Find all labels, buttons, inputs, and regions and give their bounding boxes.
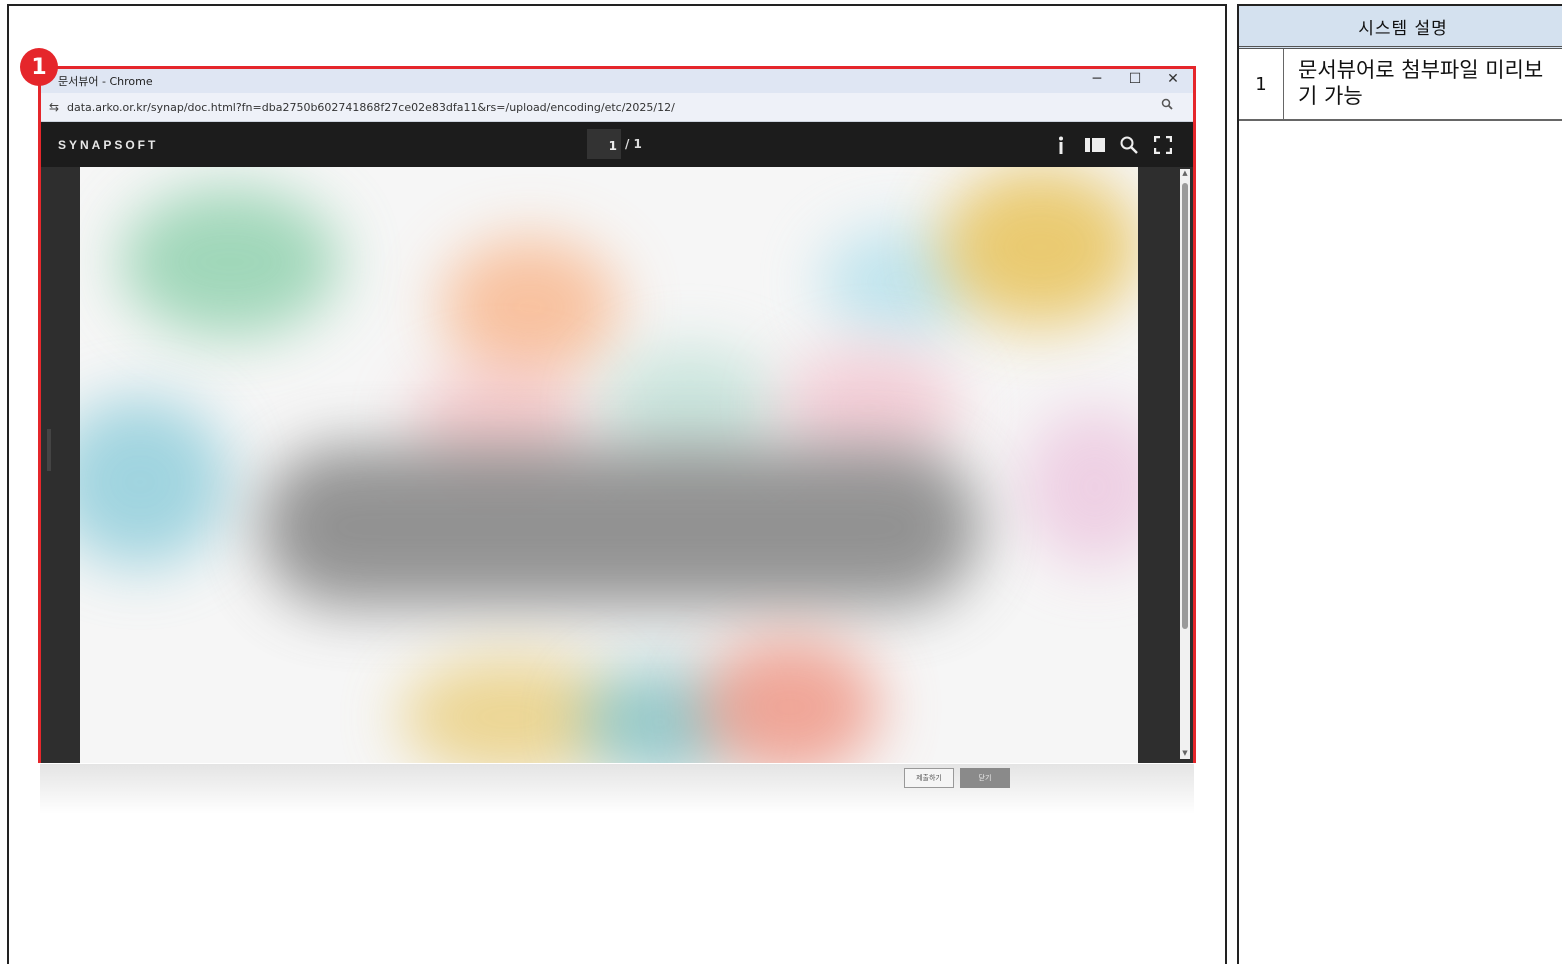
row-number: 1 — [1239, 49, 1284, 119]
page-total: / 1 — [625, 137, 642, 151]
search-icon[interactable] — [1119, 134, 1139, 156]
fullscreen-icon[interactable] — [1153, 134, 1173, 156]
document-viewer-window: 문서뷰어 - Chrome ─ ☐ ✕ ⇆ data.arko.or.kr/sy… — [38, 66, 1196, 763]
close-icon[interactable]: ✕ — [1165, 71, 1181, 87]
viewer-tools — [1051, 134, 1173, 156]
minimize-icon[interactable]: ─ — [1089, 71, 1105, 87]
brand-logo: SYNAPSOFT — [58, 138, 159, 152]
maximize-icon[interactable]: ☐ — [1127, 71, 1143, 87]
document-preview — [80, 167, 1138, 763]
site-settings-icon[interactable]: ⇆ — [41, 100, 67, 114]
callout-marker: 1 — [20, 48, 58, 86]
zoom-icon[interactable] — [1161, 98, 1173, 114]
viewer-toolbar: SYNAPSOFT 1 / 1 — [41, 122, 1193, 168]
page-navigator: 1 / 1 — [587, 129, 642, 159]
vertical-scrollbar[interactable]: ▲ ▼ — [1180, 169, 1190, 759]
window-titlebar: 문서뷰어 - Chrome ─ ☐ ✕ — [41, 69, 1193, 93]
document-canvas[interactable]: ▲ ▼ — [41, 167, 1193, 763]
table-row: 1 문서뷰어로 첨부파일 미리보기 가능 — [1239, 49, 1562, 121]
description-table: 시스템 설명 1 문서뷰어로 첨부파일 미리보기 가능 — [1237, 4, 1562, 964]
page-number-input[interactable]: 1 — [587, 129, 621, 159]
scroll-down-icon[interactable]: ▼ — [1180, 749, 1190, 759]
address-url[interactable]: data.arko.or.kr/synap/doc.html?fn=dba275… — [67, 101, 675, 114]
row-description: 문서뷰어로 첨부파일 미리보기 가능 — [1298, 58, 1544, 108]
table-header: 시스템 설명 — [1239, 6, 1562, 49]
sidebar-handle[interactable] — [47, 429, 51, 471]
window-controls: ─ ☐ ✕ — [1089, 71, 1181, 87]
close-button[interactable]: 닫기 — [960, 768, 1010, 788]
sidebar-icon[interactable] — [1085, 134, 1105, 156]
window-title: 문서뷰어 - Chrome — [58, 75, 153, 88]
address-bar[interactable]: ⇆ data.arko.or.kr/synap/doc.html?fn=dba2… — [41, 93, 1193, 122]
submit-button[interactable]: 제출하기 — [904, 768, 954, 788]
info-icon[interactable] — [1051, 134, 1071, 156]
window-shadow — [40, 764, 1194, 814]
scroll-thumb[interactable] — [1182, 183, 1188, 629]
scroll-up-icon[interactable]: ▲ — [1180, 169, 1190, 179]
